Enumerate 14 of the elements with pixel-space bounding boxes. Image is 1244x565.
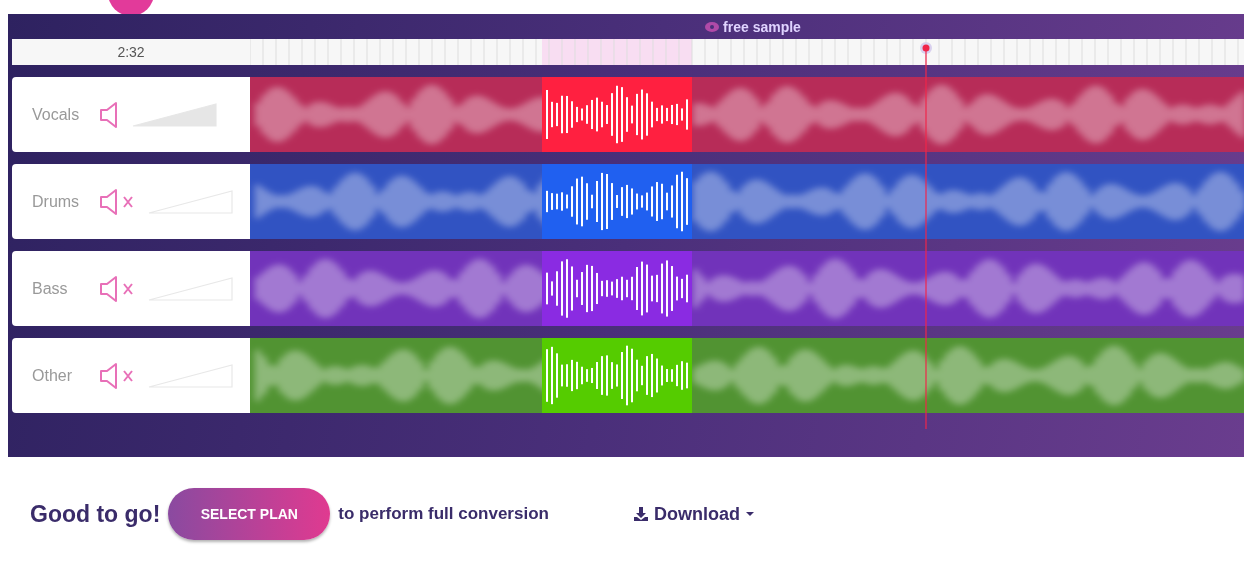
status-title: Good to go! (30, 500, 161, 528)
track-name: Vocals (32, 105, 81, 124)
eye-icon (705, 21, 720, 32)
download-icon (632, 506, 649, 522)
track-name: Other (32, 366, 73, 385)
conversion-text: to perform full conversion (338, 504, 549, 524)
caret-icon (744, 511, 755, 517)
sample-label: free sample (723, 18, 801, 35)
download-button[interactable]: Download (626, 502, 761, 526)
track-name: Bass (32, 279, 69, 298)
select-plan-button[interactable]: SELECT PLAN (168, 488, 331, 540)
playhead[interactable] (919, 42, 932, 429)
track-name: Drums (32, 192, 81, 211)
time-label: 2:32 (116, 43, 146, 62)
